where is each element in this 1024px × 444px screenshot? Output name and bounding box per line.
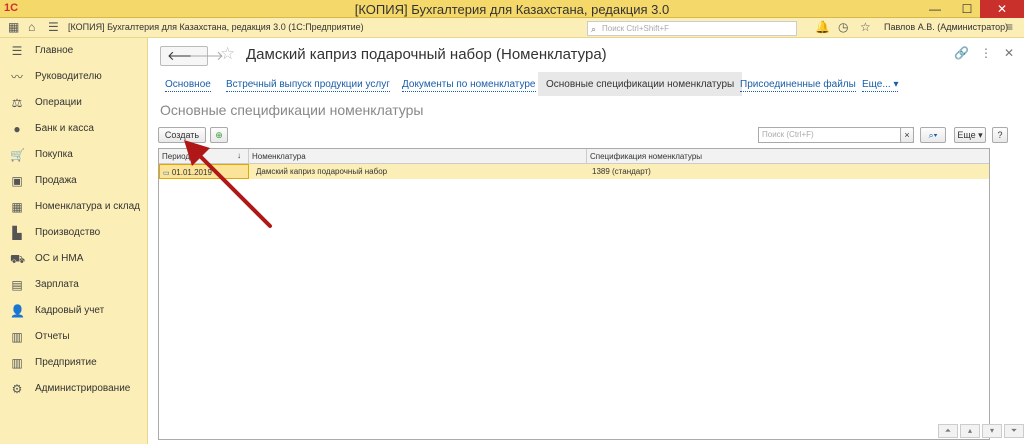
table-row[interactable]: ▭ 01.01.2019 Дамский каприз подарочный н… — [159, 164, 989, 179]
sidebar-item-label: Зарплата — [35, 279, 79, 290]
main-content: 🡐 🡒 ☆ Дамский каприз подарочный набор (Н… — [148, 38, 1024, 444]
sidebar-item-hr[interactable]: 👤 Кадровый учет — [0, 298, 148, 324]
wallet-icon: ▤ — [11, 278, 23, 292]
sidebar-item-purchase[interactable]: 🛒 Покупка — [0, 142, 148, 168]
sidebar-item-fixed-assets[interactable]: ⛟ ОС и НМА — [0, 246, 148, 272]
scroll-last-icon[interactable]: ⏷ — [1004, 424, 1024, 438]
search-icon: ⌕ — [591, 24, 597, 34]
scroll-first-icon[interactable]: ⏶ — [938, 424, 958, 438]
section-title: Основные спецификации номенклатуры — [160, 102, 424, 118]
sidebar-item-label: Кадровый учет — [35, 305, 105, 316]
apps-grid-icon[interactable]: ▦ — [8, 20, 19, 34]
app-header: ▦ ⌂ ☰ [КОПИЯ] Бухгалтерия для Казахстана… — [0, 18, 1024, 38]
cell-nomenclature[interactable]: Дамский каприз подарочный набор — [253, 164, 390, 179]
clear-search-button[interactable]: × — [900, 127, 914, 143]
gear-icon: ⚙ — [11, 382, 23, 396]
bell-icon[interactable]: 🔔 — [815, 20, 830, 34]
home-icon[interactable]: ⌂ — [28, 20, 35, 34]
help-button[interactable]: ? — [992, 127, 1008, 143]
sidebar-item-manager[interactable]: 〰 Руководителю — [0, 64, 148, 90]
specifications-table: Период ↓ Номенклатура Спецификация номен… — [158, 148, 990, 440]
more-button[interactable]: Еще ▾ — [954, 127, 986, 143]
window-title-bar: 1С [КОПИЯ] Бухгалтерия для Казахстана, р… — [0, 0, 1024, 18]
table-search-input[interactable]: Поиск (Ctrl+F) — [758, 127, 914, 143]
bag-icon: ▣ — [11, 174, 23, 188]
sidebar-item-label: Номенклатура и склад — [35, 201, 140, 212]
close-button[interactable]: ✕ — [980, 0, 1024, 18]
close-form-icon[interactable]: ✕ — [1004, 46, 1014, 60]
tab-specifications[interactable]: Основные спецификации номенклатуры — [538, 72, 743, 96]
column-header-nomenclature[interactable]: Номенклатура — [249, 149, 587, 164]
settings-menu-icon[interactable]: ≡ — [1006, 20, 1013, 34]
sidebar-item-label: Банк и касса — [35, 123, 94, 134]
favorites-star-icon[interactable]: ☆ — [860, 20, 871, 34]
tab-attached-files[interactable]: Присоединенные файлы — [740, 79, 856, 92]
current-user[interactable]: Павлов А.В. (Администратор) — [884, 22, 1008, 32]
sidebar: ☰ Главное 〰 Руководителю ⚖ Операции ● Ба… — [0, 38, 148, 444]
sidebar-item-label: Руководителю — [35, 71, 102, 82]
people-icon: 👤 — [10, 304, 25, 318]
sidebar-item-label: Администрирование — [35, 383, 131, 394]
sidebar-item-label: Продажа — [35, 175, 77, 186]
link-icon[interactable]: 🔗 — [954, 46, 969, 60]
sidebar-item-label: Предприятие — [35, 357, 97, 368]
factory-icon: ▙ — [12, 226, 22, 240]
sort-arrow-icon: ↓ — [237, 151, 241, 160]
menu-icon[interactable]: ☰ — [48, 20, 59, 34]
trend-icon: 〰 — [10, 70, 23, 84]
column-header-specification[interactable]: Спецификация номенклатуры — [587, 149, 989, 164]
scroll-up-icon[interactable]: ▴ — [960, 424, 980, 438]
cell-specification[interactable]: 1389 (стандарт) — [589, 164, 654, 179]
cart-icon: 🛒 — [10, 148, 25, 162]
tabs: Основное Встречный выпуск продукции услу… — [148, 72, 1024, 96]
tab-counter-release[interactable]: Встречный выпуск продукции услуг — [226, 79, 390, 92]
building-icon: ▥ — [11, 356, 23, 370]
sidebar-item-operations[interactable]: ⚖ Операции — [0, 90, 148, 116]
maximize-button[interactable]: ☐ — [952, 0, 982, 18]
tab-more[interactable]: Еще... ▾ — [862, 79, 899, 92]
more-vertical-icon[interactable]: ⋮ — [980, 46, 992, 60]
sidebar-item-bank-cash[interactable]: ● Банк и касса — [0, 116, 148, 142]
record-icon: ▭ — [163, 170, 170, 177]
sidebar-item-reports[interactable]: ▥ Отчеты — [0, 324, 148, 350]
coin-icon: ● — [13, 122, 21, 136]
favorite-star-icon[interactable]: ☆ — [220, 44, 235, 64]
sidebar-item-label: Производство — [35, 227, 101, 238]
bar-chart-icon: ▥ — [11, 330, 23, 344]
sidebar-item-label: Отчеты — [35, 331, 70, 342]
add-copy-icon[interactable]: ⊕ — [210, 127, 228, 143]
app-name: [КОПИЯ] Бухгалтерия для Казахстана, реда… — [68, 22, 364, 32]
nav-buttons: 🡐 🡒 — [160, 46, 224, 66]
minimize-button[interactable]: — — [920, 0, 950, 18]
sidebar-item-administration[interactable]: ⚙ Администрирование — [0, 376, 148, 402]
search-options-icon[interactable]: ⌕▾ — [920, 127, 946, 143]
warehouse-icon: ▦ — [11, 200, 23, 214]
sidebar-item-label: ОС и НМА — [35, 253, 84, 264]
sidebar-item-label: Операции — [35, 97, 82, 108]
table-header: Период ↓ Номенклатура Спецификация номен… — [159, 149, 989, 164]
column-header-period[interactable]: Период — [159, 149, 249, 164]
page-title: Дамский каприз подарочный набор (Номенкл… — [246, 46, 607, 63]
sidebar-item-label: Главное — [35, 45, 74, 56]
tab-main[interactable]: Основное — [165, 79, 211, 92]
sidebar-item-main[interactable]: ☰ Главное — [0, 38, 148, 64]
sidebar-item-sales[interactable]: ▣ Продажа — [0, 168, 148, 194]
tab-documents[interactable]: Документы по номенклатуре — [402, 79, 536, 92]
history-icon[interactable]: ◷ — [838, 20, 848, 34]
scroll-down-icon[interactable]: ▾ — [982, 424, 1002, 438]
sidebar-item-enterprise[interactable]: ▥ Предприятие — [0, 350, 148, 376]
window-title: [КОПИЯ] Бухгалтерия для Казахстана, реда… — [354, 2, 670, 17]
scales-icon: ⚖ — [11, 96, 23, 110]
menu-lines-icon: ☰ — [11, 44, 23, 58]
truck-icon: ⛟ — [10, 252, 26, 266]
global-search-input[interactable]: ⌕ Поиск Ctrl+Shift+F — [587, 21, 797, 36]
sidebar-item-salary[interactable]: ▤ Зарплата — [0, 272, 148, 298]
create-button[interactable]: Создать — [158, 127, 206, 143]
sidebar-item-production[interactable]: ▙ Производство — [0, 220, 148, 246]
forward-arrow-icon[interactable]: 🡒 — [189, 48, 224, 64]
sidebar-item-label: Покупка — [35, 149, 73, 160]
cell-period[interactable]: ▭ 01.01.2019 — [159, 164, 249, 179]
sidebar-item-nomenclature-warehouse[interactable]: ▦ Номенклатура и склад — [0, 194, 148, 220]
